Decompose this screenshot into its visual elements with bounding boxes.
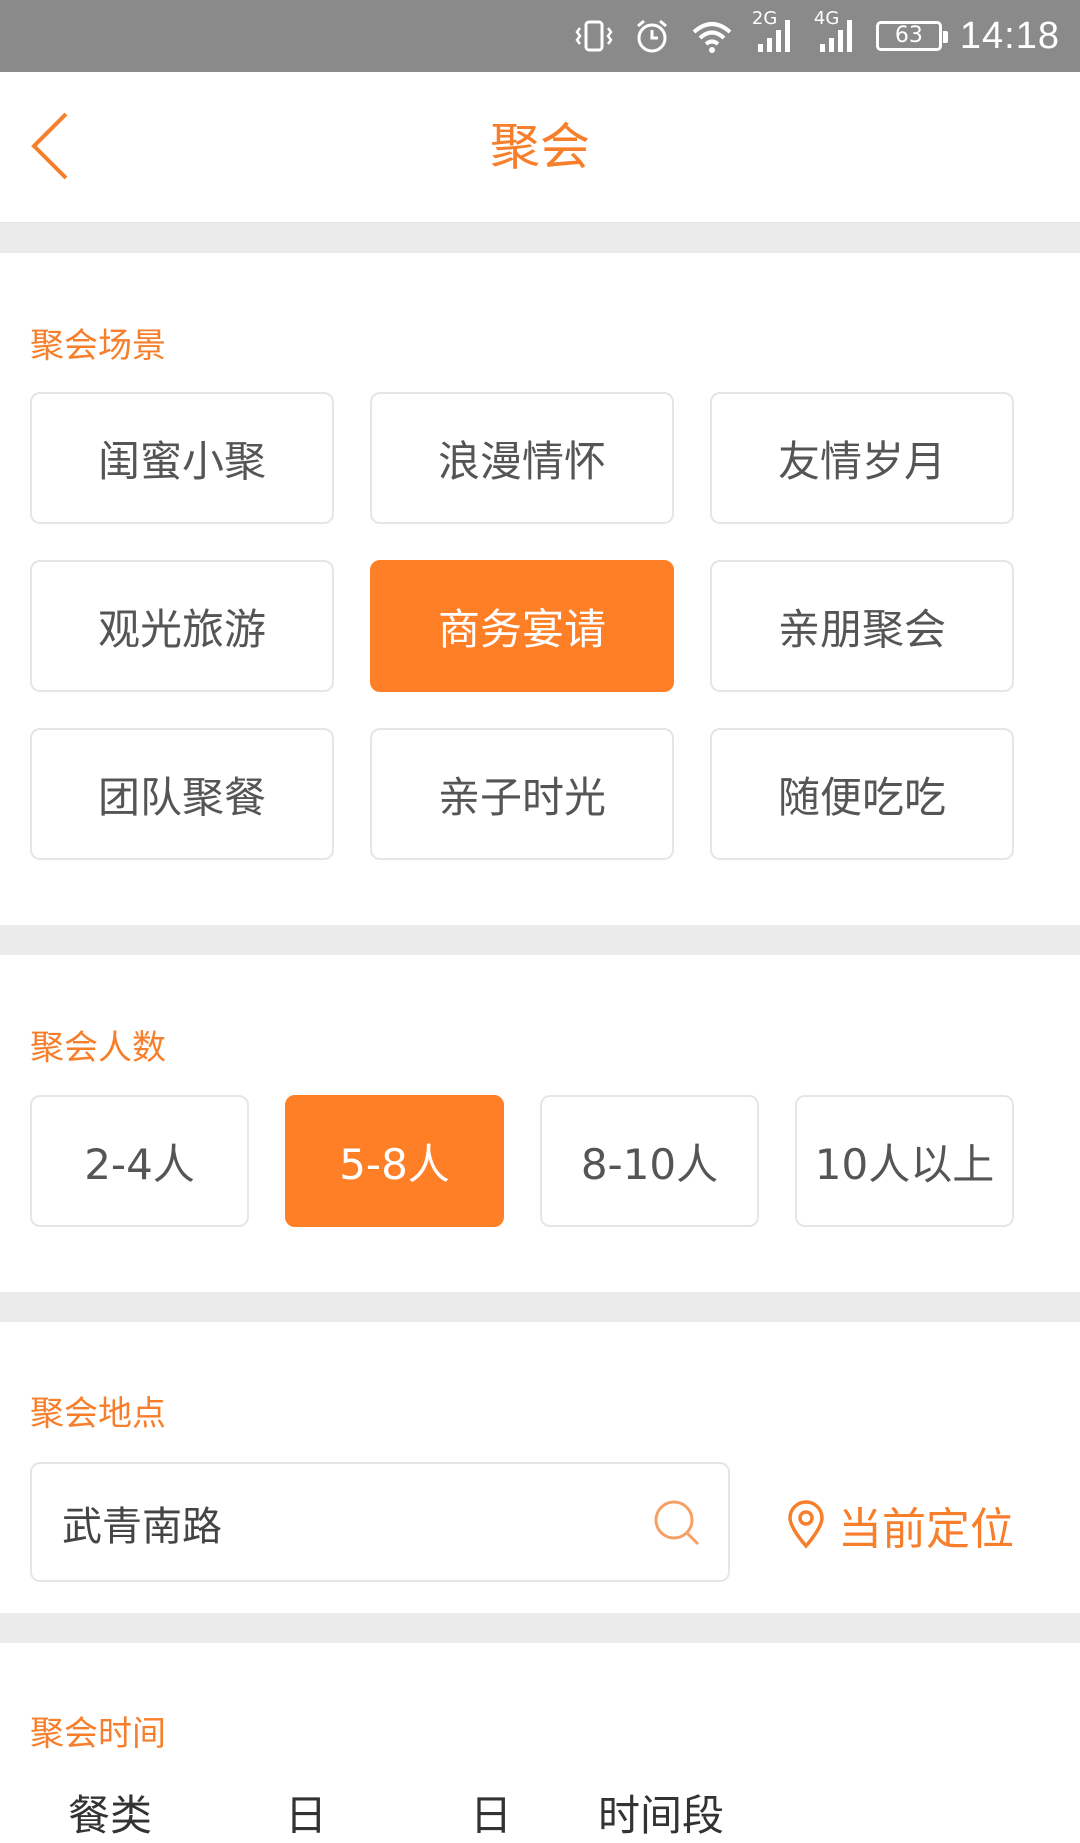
people-option[interactable]: 8-10人: [540, 1095, 759, 1227]
section-divider: [0, 1613, 1080, 1643]
scene-option[interactable]: 随便吃吃: [710, 728, 1014, 860]
battery-icon: 63: [875, 21, 948, 51]
people-option[interactable]: 2-4人: [30, 1095, 249, 1227]
status-time: 14:18: [959, 14, 1060, 57]
page-title: 聚会: [490, 118, 590, 176]
location-input[interactable]: [60, 1464, 624, 1582]
time-column-meal[interactable]: 餐类: [68, 1782, 152, 1843]
scene-option[interactable]: 团队聚餐: [30, 728, 334, 860]
section-title-people: 聚会人数: [30, 1028, 166, 1068]
people-option[interactable]: 10人以上: [795, 1095, 1014, 1227]
section-divider: [0, 925, 1080, 955]
vibrate-icon: [574, 16, 614, 56]
scene-option[interactable]: 浪漫情怀: [370, 392, 674, 524]
section-title-scene: 聚会场景: [30, 326, 166, 366]
status-bar: 2G 4G 63 14:18: [0, 0, 1080, 72]
section-title-location: 聚会地点: [30, 1394, 166, 1434]
time-column-day[interactable]: 日: [285, 1782, 327, 1843]
scene-option[interactable]: 友情岁月: [710, 392, 1014, 524]
location-pin-icon: [788, 1500, 824, 1549]
scene-option[interactable]: 闺蜜小聚: [30, 392, 334, 524]
status-icons: 2G 4G 63 14:18: [574, 0, 1060, 72]
scene-option[interactable]: 观光旅游: [30, 560, 334, 692]
section-divider: [0, 223, 1080, 253]
time-column-period[interactable]: 时间段: [598, 1782, 724, 1843]
section-title-time: 聚会时间: [30, 1714, 166, 1754]
signal-icon: 2G: [752, 8, 796, 56]
current-location-button[interactable]: 当前定位: [786, 1490, 1014, 1560]
network-type-label: 4G: [813, 8, 840, 29]
search-icon[interactable]: [652, 1498, 702, 1548]
people-option-selected[interactable]: 5-8人: [285, 1095, 504, 1227]
alarm-icon: [632, 16, 672, 56]
scene-option[interactable]: 亲子时光: [370, 728, 674, 860]
wifi-icon: [690, 16, 734, 56]
location-search-box: [30, 1462, 730, 1582]
section-divider: [0, 1292, 1080, 1322]
time-picker-header: 餐类 日 日 时间段: [0, 1782, 1080, 1842]
battery-level: 63: [894, 23, 923, 48]
time-column-day[interactable]: 日: [470, 1782, 512, 1843]
scene-option-selected[interactable]: 商务宴请: [370, 560, 674, 692]
scene-option[interactable]: 亲朋聚会: [710, 560, 1014, 692]
current-location-label: 当前定位: [838, 1504, 1014, 1555]
nav-bar: 聚会: [0, 72, 1080, 223]
signal-icon: 4G: [814, 8, 858, 56]
network-type-label: 2G: [751, 8, 778, 29]
